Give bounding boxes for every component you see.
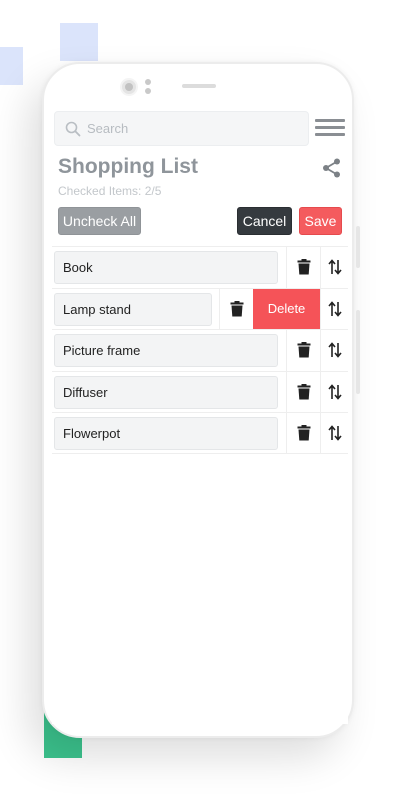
sort-arrows-icon	[327, 259, 342, 275]
swipe-delete-button[interactable]: Delete	[253, 288, 320, 329]
speaker-grille	[182, 84, 216, 88]
phone-side-button	[356, 226, 360, 268]
phone-side-button	[356, 310, 360, 394]
search-bar[interactable]	[54, 111, 309, 146]
sensor-dot	[145, 79, 151, 85]
uncheck-all-button[interactable]: Uncheck All	[58, 207, 141, 235]
reorder-handle[interactable]	[320, 413, 348, 453]
reorder-handle[interactable]	[320, 371, 348, 412]
item-name-field[interactable]: Diffuser	[54, 375, 278, 409]
item-name-field[interactable]: Lamp stand	[54, 292, 212, 326]
sort-arrows-icon	[327, 342, 342, 358]
delete-item-button[interactable]	[286, 413, 320, 453]
item-name-field[interactable]: Book	[54, 251, 278, 284]
camera-icon	[120, 78, 138, 96]
trash-icon	[297, 383, 310, 400]
sort-arrows-icon	[327, 384, 342, 400]
trash-icon	[230, 300, 243, 317]
sort-arrows-icon	[327, 425, 342, 441]
menu-icon[interactable]	[315, 117, 347, 139]
save-button[interactable]: Save	[299, 207, 342, 235]
item-name-field[interactable]: Flowerpot	[54, 417, 278, 450]
decorative-square-blue	[60, 23, 98, 61]
cancel-button[interactable]: Cancel	[237, 207, 292, 235]
page-title: Shopping List	[58, 155, 198, 178]
list-item: Picture frame	[52, 329, 348, 371]
reorder-handle[interactable]	[320, 330, 348, 371]
list-item: Diffuser	[52, 370, 348, 412]
delete-item-button[interactable]	[286, 247, 320, 288]
sensor-dot	[145, 88, 151, 94]
sort-arrows-icon	[327, 301, 342, 317]
trash-icon	[297, 424, 310, 441]
delete-item-button[interactable]	[286, 330, 320, 371]
delete-item-button[interactable]	[286, 371, 320, 412]
search-input[interactable]	[87, 121, 287, 136]
shopping-list: Book Lamp stand Delete Picture frame Dif…	[52, 246, 348, 454]
list-item: Lamp stand Delete	[52, 287, 348, 329]
share-icon[interactable]	[321, 157, 343, 179]
list-item: Book	[52, 246, 348, 288]
reorder-handle[interactable]	[320, 247, 348, 288]
search-icon	[65, 121, 81, 136]
delete-item-button[interactable]	[219, 288, 253, 329]
trash-icon	[297, 259, 310, 275]
checked-items-count: Checked Items: 2/5	[58, 184, 162, 198]
decorative-square-blue-left	[0, 47, 23, 85]
item-name-field[interactable]: Picture frame	[54, 334, 278, 367]
list-item: Flowerpot	[52, 412, 348, 454]
trash-icon	[297, 342, 310, 358]
reorder-handle[interactable]	[320, 288, 348, 329]
